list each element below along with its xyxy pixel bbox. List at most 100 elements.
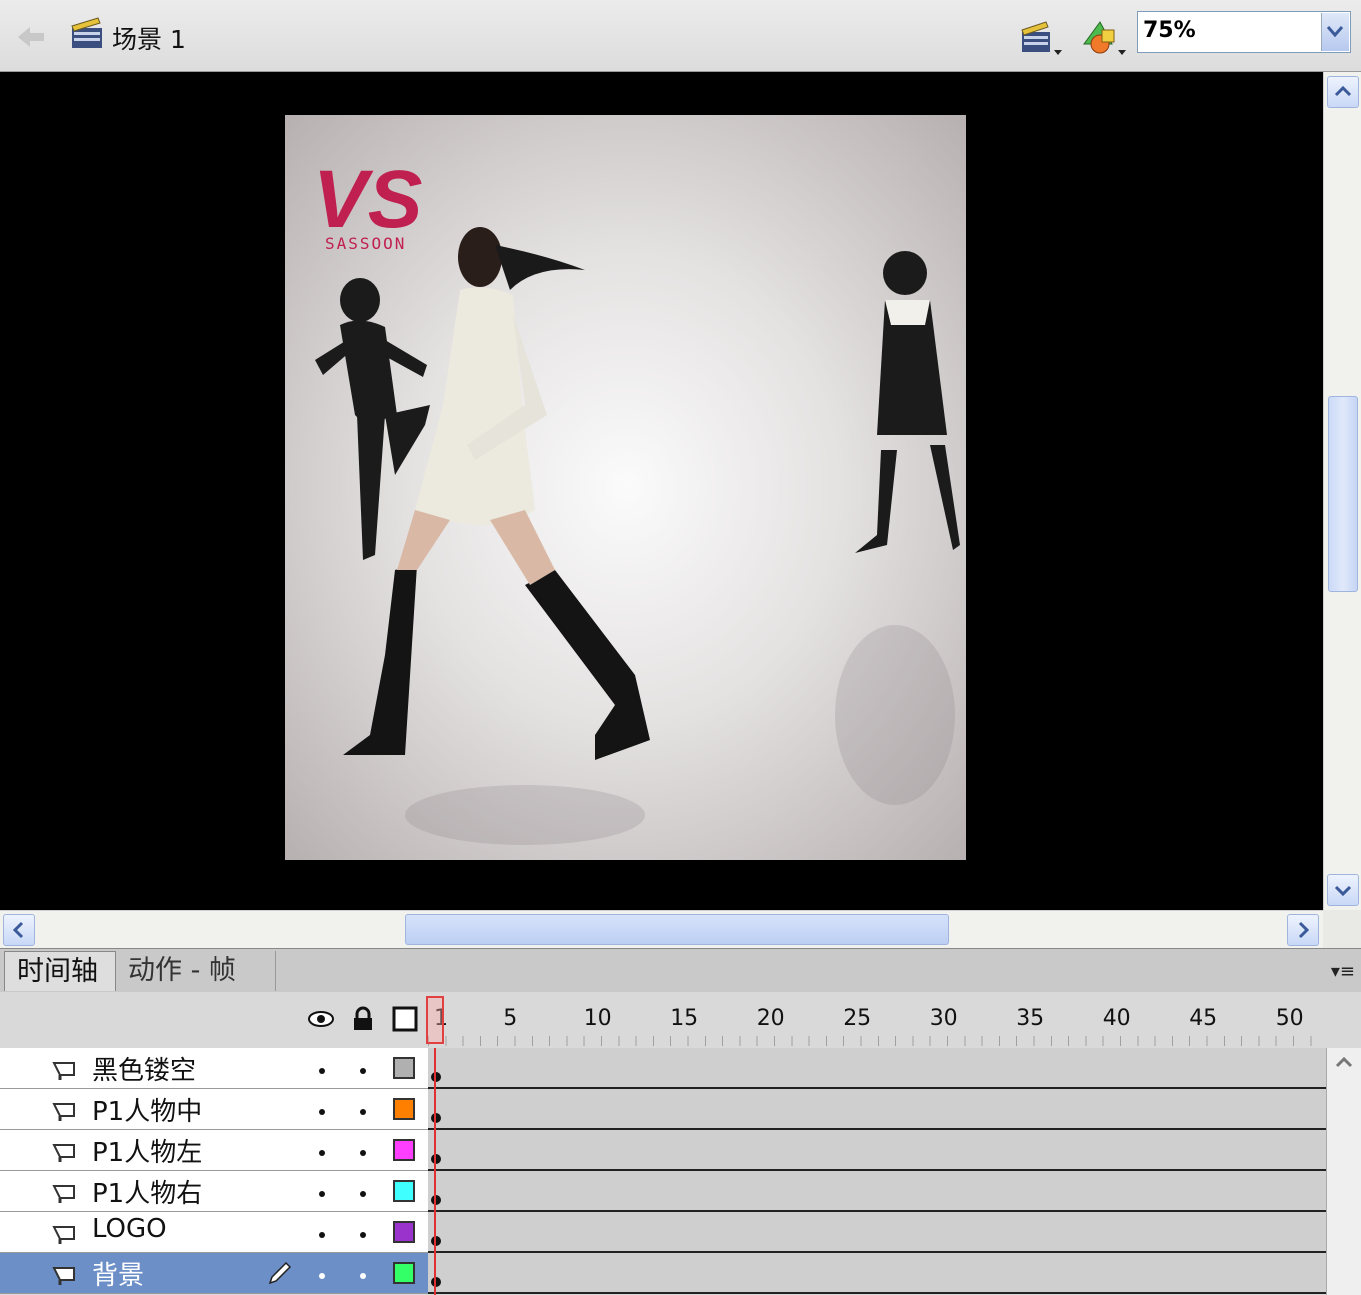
scrollbar-corner [1323,910,1361,948]
zoom-select[interactable]: 75% [1137,11,1351,53]
outline-color-swatch[interactable] [393,1057,415,1079]
stage-vertical-scrollbar[interactable] [1323,72,1361,910]
ruler-frame-number: 10 [583,1006,612,1031]
chevron-down-icon [1334,885,1352,897]
frame-row[interactable] [428,1171,1326,1212]
layer-name[interactable]: 黑色镂空 [92,1050,196,1087]
back-arrow-icon[interactable] [14,20,48,54]
outline-color-swatch[interactable] [393,1221,415,1243]
lock-icon[interactable] [350,1006,376,1032]
layer-name[interactable]: P1人物左 [92,1132,202,1169]
scroll-up-button[interactable] [1327,76,1359,108]
visibility-dot[interactable] [319,1273,325,1279]
edit-scene-icon[interactable] [1018,16,1064,60]
layer-page-icon [52,1144,75,1162]
chevron-up-icon [1334,85,1352,97]
keyframe[interactable] [431,1277,441,1287]
keyframe[interactable] [431,1154,441,1164]
scene-clapper-icon [71,17,102,48]
ruler-ticks [428,1036,1323,1046]
brand-logo-text: SASSOON [325,234,407,253]
lock-dot[interactable] [360,1191,366,1197]
outline-color-swatch[interactable] [393,1262,415,1284]
visibility-dot[interactable] [319,1232,325,1238]
timeline-vertical-scrollbar[interactable] [1326,1048,1361,1295]
panel-tab-bar: 时间轴 动作 - 帧 ▾≡ [0,948,1361,992]
ruler-frame-number: 20 [756,1006,785,1031]
lock-dot[interactable] [360,1232,366,1238]
lock-dot[interactable] [360,1109,366,1115]
frame-row[interactable] [428,1048,1326,1089]
eye-icon[interactable] [308,1006,334,1032]
scroll-left-button[interactable] [3,914,35,946]
outline-color-swatch[interactable] [393,1098,415,1120]
visibility-dot[interactable] [319,1068,325,1074]
ruler-frame-number: 35 [1016,1006,1045,1031]
pencil-icon [268,1261,292,1285]
layer-name[interactable]: P1人物右 [92,1173,202,1210]
ruler-frame-number: 15 [670,1006,699,1031]
layer-page-icon [52,1267,75,1285]
stage-canvas[interactable]: VS SASSOON [0,72,1323,910]
figure-center [343,227,650,760]
lock-dot[interactable] [360,1150,366,1156]
scroll-right-button[interactable] [1287,914,1319,946]
ruler-frame-number: 45 [1189,1006,1218,1031]
layer-name[interactable]: 背景 [92,1255,144,1292]
keyframe[interactable] [431,1113,441,1123]
zoom-value: 75% [1143,18,1196,43]
frame-row[interactable] [428,1253,1326,1294]
visibility-dot[interactable] [319,1191,325,1197]
frame-row[interactable] [428,1212,1326,1253]
chevron-right-icon [1298,921,1310,939]
layer-row[interactable]: P1人物中 [0,1089,428,1130]
keyframe[interactable] [431,1195,441,1205]
layer-page-icon [52,1185,75,1203]
scroll-thumb[interactable] [405,914,949,945]
frame-ruler[interactable]: 1 5 10 15 20 25 30 35 40 45 50 [428,992,1328,1048]
scroll-thumb[interactable] [1328,396,1358,592]
lock-dot[interactable] [360,1273,366,1279]
layer-header [0,992,428,1048]
chevron-left-icon [12,921,24,939]
stage-horizontal-scrollbar[interactable] [0,910,1323,948]
playhead[interactable] [426,996,444,1044]
visibility-dot[interactable] [319,1109,325,1115]
layer-row[interactable]: LOGO [0,1212,428,1253]
keyframe[interactable] [431,1236,441,1246]
frame-row[interactable] [428,1089,1326,1130]
panel-menu-icon[interactable]: ▾≡ [1331,961,1355,982]
chevron-up-icon[interactable] [1328,1050,1360,1074]
outline-color-swatch[interactable] [393,1180,415,1202]
frame-row[interactable] [428,1130,1326,1171]
layer-row[interactable]: 背景 [0,1253,428,1294]
timeline-panel: 1 5 10 15 20 25 30 35 40 45 50 黑色镂空 P1人物中 P1人物左 P1人物右… [0,992,1361,1295]
figure-right [855,251,960,553]
keyframe[interactable] [431,1072,441,1082]
layer-page-icon [52,1062,75,1080]
layer-page-icon [52,1226,75,1244]
edit-bar: 场景 1 75% [0,0,1361,72]
artwork-figures: VS [313,154,960,845]
lock-dot[interactable] [360,1068,366,1074]
tab-actions-frame[interactable]: 动作 - 帧 [116,951,276,991]
layer-name[interactable]: LOGO [92,1214,167,1244]
visibility-dot[interactable] [319,1150,325,1156]
layer-name[interactable]: P1人物中 [92,1091,202,1128]
ruler-frame-number: 30 [929,1006,958,1031]
artboard[interactable]: VS SASSOON [285,115,966,860]
layer-row[interactable]: 黑色镂空 [0,1048,428,1089]
ruler-frame-number: 50 [1275,1006,1304,1031]
outline-icon[interactable] [392,1006,418,1032]
zoom-dropdown-button[interactable] [1321,13,1349,51]
layer-page-icon [52,1103,75,1121]
scroll-down-button[interactable] [1327,874,1359,906]
layer-row[interactable]: P1人物左 [0,1130,428,1171]
tab-timeline[interactable]: 时间轴 [4,951,116,991]
chevron-down-icon [1326,26,1344,38]
outline-color-swatch[interactable] [393,1139,415,1161]
layer-row[interactable]: P1人物右 [0,1171,428,1212]
edit-symbols-icon[interactable] [1078,14,1128,60]
ruler-frame-number: 5 [503,1006,518,1031]
brand-logo-mark: VS [313,154,422,245]
